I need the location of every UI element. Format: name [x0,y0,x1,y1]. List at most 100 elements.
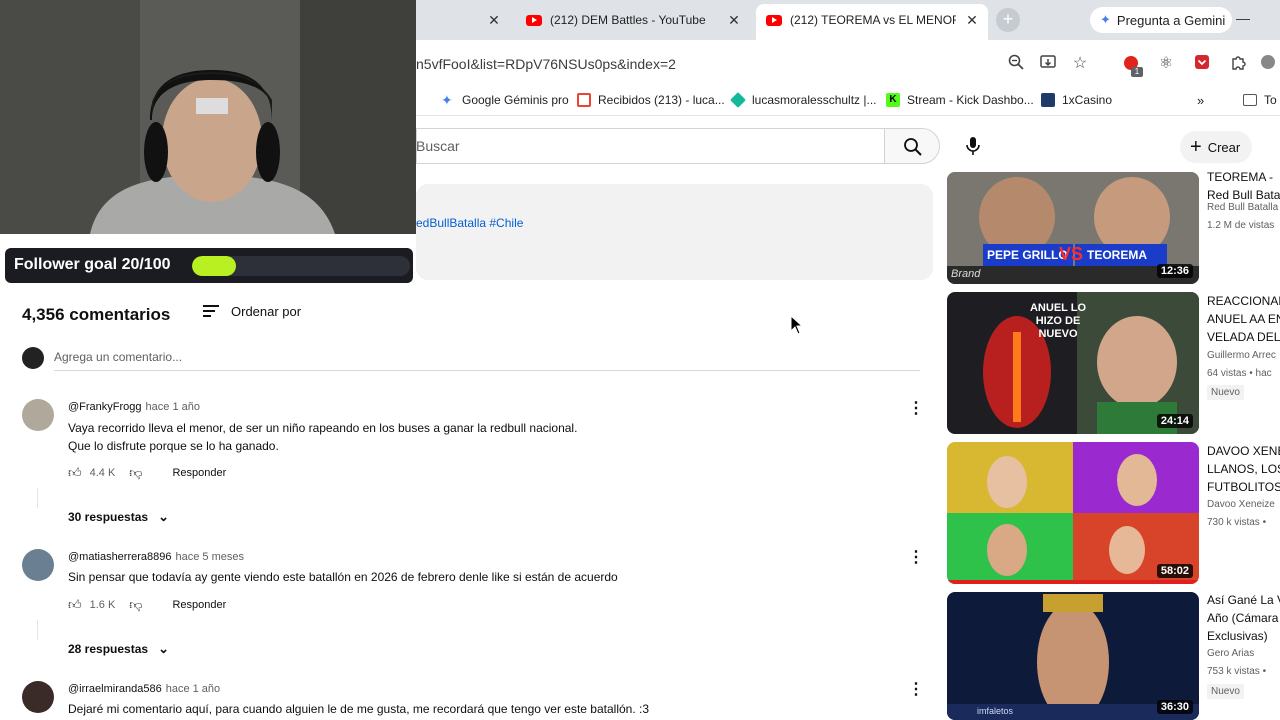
tab-close-icon[interactable]: ✕ [724,10,744,30]
video-thumbnail[interactable]: ANUEL LO HIZO DE NUEVO 24:14 [947,292,1199,434]
search-box[interactable] [416,128,884,164]
bookmark-gmail[interactable]: Recibidos (213) - luca... [577,93,725,107]
video-duration: 24:14 [1156,414,1193,428]
video-title[interactable]: Así Gané La V Año (Cámara Exclusivas) [1207,591,1280,645]
video-thumbnail[interactable]: PEPE GRILLO VS TEOREMA Brand 12:36 [947,172,1199,284]
view-replies-button[interactable]: 28 respuestas ⌄ [68,641,169,657]
bookmarks-overflow-icon[interactable]: » [1197,93,1204,108]
thumbnail-text-vs: VS [1059,244,1084,264]
gemini-icon: ✦ [441,92,453,108]
thread-line [37,620,38,640]
search-input[interactable]: Buscar [416,138,460,154]
video-channel[interactable]: Gero Arias [1207,648,1254,659]
video-title-line: LLANOS, LOS [1207,462,1280,476]
video-views: 1.2 M de vistas [1207,220,1275,231]
search-button[interactable] [884,128,940,164]
comment-more-icon[interactable]: ⋮ [908,398,924,418]
comment-header: @irraelmiranda586 hace 1 año [68,683,220,695]
bookmark-label: Google Géminis pro [462,93,569,107]
chevron-down-icon: ⌄ [158,509,169,524]
follower-goal-progress-bar [192,256,410,276]
comment-time[interactable]: hace 1 año [166,683,220,695]
new-tab-button[interactable]: + [996,8,1020,32]
video-description[interactable] [416,184,933,280]
video-title[interactable]: TEOREMA - Red Bull Bata [1207,168,1280,204]
tab-close-icon[interactable]: ✕ [484,10,504,30]
bookmark-lucasmorales[interactable]: lucasmoralesschultz |... [730,92,877,108]
avatar[interactable] [22,399,54,431]
video-title-line: DAVOO XENE [1207,444,1280,458]
reply-button[interactable]: Responder [172,467,226,479]
window-minimize-icon[interactable]: — [1236,10,1250,26]
bookmark-star-icon[interactable]: ☆ [1070,54,1090,74]
replies-count: 28 respuestas [68,642,149,656]
video-title[interactable]: DAVOO XENE LLANOS, LOS FUTBOLITOS [1207,442,1280,496]
like-icon[interactable]: 👍︎ [68,465,82,481]
comment-more-icon[interactable]: ⋮ [908,679,924,699]
thumbnail-text-left: PEPE GRILLO [987,248,1068,262]
video-channel[interactable]: Red Bull Batalla [1207,202,1278,213]
comment-time[interactable]: hace 5 meses [176,551,244,563]
gemini-button[interactable]: ✦ Pregunta a Gemini [1090,7,1232,33]
video-thumbnail[interactable]: 58:02 [947,442,1199,584]
video-channel[interactable]: Davoo Xeneize [1207,499,1275,510]
bookmark-gemini[interactable]: ✦ Google Géminis pro [441,93,569,107]
comment-text: Sin pensar que todavía ay gente viendo e… [68,568,618,586]
comment-author[interactable]: @matiasherrera8896 [68,551,172,563]
dislike-icon[interactable]: 👎︎ [129,465,142,481]
casino-icon [1041,93,1055,107]
install-app-icon[interactable] [1038,54,1058,74]
zoom-icon[interactable] [1006,54,1026,74]
bookmark-1xcasino[interactable]: 1xCasino [1041,93,1112,107]
microphone-icon [966,137,980,155]
reply-button[interactable]: Responder [172,599,226,611]
comment-header: @FrankyFrogg hace 1 año [68,401,200,413]
extension-badge: 1 [1131,67,1143,77]
create-button[interactable]: + Crear [1180,131,1252,163]
bookmark-kick[interactable]: K Stream - Kick Dashbo... [886,93,1034,107]
video-thumbnail[interactable]: imfaletos 36:30 [947,592,1199,720]
tab-dem-battles[interactable]: (212) DEM Battles - YouTube [526,6,722,34]
video-title-line: Año (Cámara [1207,611,1279,625]
comment-author[interactable]: @irraelmiranda586 [68,683,162,695]
avatar [22,347,44,369]
bookmark-label: Recibidos (213) - luca... [598,93,725,107]
description-hashtags[interactable]: edBullBatalla #Chile [416,216,523,230]
comment-more-icon[interactable]: ⋮ [908,547,924,567]
thumbnail-brand: Brand [951,268,981,280]
video-channel[interactable]: Guillermo Arrec [1207,350,1276,361]
comment-line: Que lo disfrute porque se lo ha ganado. [68,439,279,453]
youtube-favicon-icon [526,14,542,26]
thumbnail-text: ANUEL LO HIZO DE NUEVO [1029,302,1087,340]
diamond-icon [730,92,746,108]
video-title-line: FUTBOLITOS [1207,480,1280,494]
video-views: 753 k vistas • [1207,666,1267,677]
extensions-puzzle-icon[interactable] [1229,54,1249,74]
voice-search-button[interactable] [955,128,991,164]
view-replies-button[interactable]: 30 respuestas ⌄ [68,509,169,525]
replies-count: 30 respuestas [68,510,149,524]
thumbnail-text: imfaletos [977,706,1014,716]
comment-actions: 👍︎ 1.6 K 👎︎ Responder [68,597,226,613]
profile-icon[interactable] [1258,54,1278,74]
bookmark-folder[interactable]: To [1243,93,1277,107]
react-devtools-icon[interactable]: ⚛ [1156,54,1176,74]
tab-teorema-vs-el-menor[interactable]: (212) TEOREMA vs EL MENOR - Fi [766,6,956,34]
comment-time[interactable]: hace 1 año [146,401,200,413]
comment-author[interactable]: @FrankyFrogg [68,401,142,413]
follower-goal-label: Follower goal 20/100 [14,256,171,273]
avatar[interactable] [22,681,54,713]
dislike-icon[interactable]: 👎︎ [129,597,142,613]
sort-comments-button[interactable]: Ordenar por [203,302,301,320]
add-comment-input[interactable]: Agrega un comentario... [54,350,182,364]
tab-close-icon[interactable]: ✕ [962,10,982,30]
like-icon[interactable]: 👍︎ [68,597,82,613]
thread-line [37,488,38,508]
gmail-icon [577,93,591,107]
avatar[interactable] [22,549,54,581]
comment-line: Vaya recorrido lleva el menor, de ser un… [68,421,578,435]
video-title[interactable]: REACCIONAN ANUEL AA EN VELADA DEL [1207,292,1280,346]
address-bar-url[interactable]: n5vfFooI&list=RDpV76NSUs0ps&index=2 [416,56,676,72]
plus-icon: + [1190,136,1202,158]
pocket-icon[interactable] [1192,54,1212,74]
